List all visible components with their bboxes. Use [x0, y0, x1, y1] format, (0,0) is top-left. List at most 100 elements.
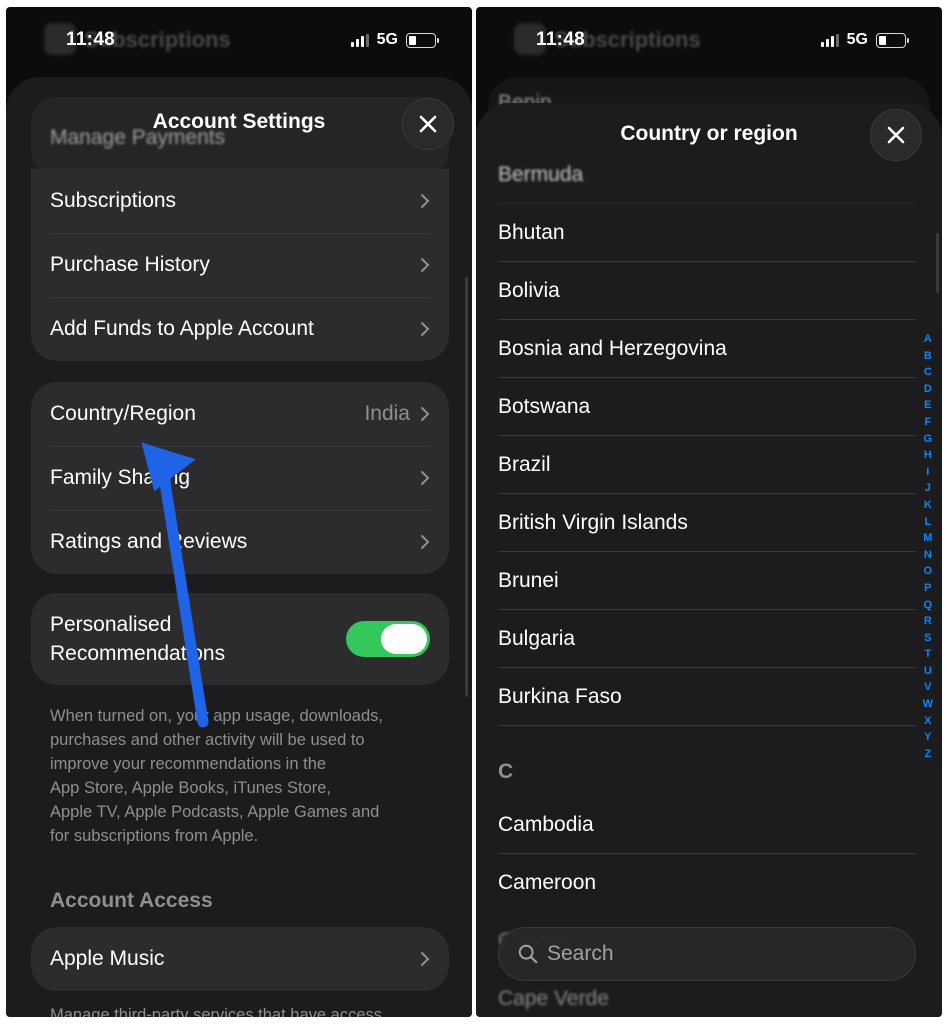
cellular-signal-icon [350, 33, 369, 47]
row-label: Apple Music [50, 947, 165, 970]
index-letter[interactable]: A [924, 331, 932, 348]
index-letter[interactable]: Z [924, 746, 931, 763]
region-sharing-group: Country/Region India Family Sharing Rati… [31, 382, 449, 574]
country-region-sheet: Country or region Bermuda Bhutan Bolivia… [476, 103, 942, 1017]
chevron-right-icon [421, 952, 430, 966]
personalised-recommendations-row: Personalised Recommendations [31, 593, 449, 685]
index-letter[interactable]: B [924, 348, 932, 365]
recommendations-group: Personalised Recommendations [31, 593, 449, 685]
left-screenshot: Subscriptions 11:48 5G Account Settings … [6, 7, 472, 1017]
chevron-right-icon [421, 322, 430, 336]
index-letter[interactable]: J [925, 480, 931, 497]
apple-music-row[interactable]: Apple Music [31, 927, 449, 991]
chevron-right-icon [421, 407, 430, 421]
index-letter[interactable]: U [924, 663, 932, 680]
chevron-right-icon [421, 194, 430, 208]
row-label: Subscriptions [50, 189, 177, 212]
section-header-c: C [498, 760, 514, 783]
chevron-right-icon [421, 258, 430, 272]
country-value: India [364, 402, 410, 425]
index-letter[interactable]: S [924, 630, 931, 647]
footnote-line: When turned on, your app usage, download… [50, 707, 383, 725]
index-letter[interactable]: L [924, 514, 931, 531]
subscriptions-row[interactable]: Subscriptions [31, 169, 449, 233]
country-row[interactable]: Bosnia and Herzegovina [498, 320, 916, 378]
index-letter[interactable]: I [926, 464, 929, 481]
index-letter[interactable]: R [924, 613, 932, 630]
close-icon [419, 115, 437, 133]
battery-icon [876, 32, 909, 48]
status-bar: Subscriptions 11:48 5G [476, 7, 942, 73]
row-label: Family Sharing [50, 466, 191, 489]
index-letter[interactable]: E [924, 397, 931, 414]
search-bar[interactable]: Search [498, 927, 916, 981]
index-letter[interactable]: N [924, 547, 932, 564]
cellular-signal-icon [820, 33, 839, 47]
index-letter[interactable]: W [923, 696, 933, 713]
scroll-indicator[interactable] [936, 233, 939, 293]
country-row[interactable]: Bhutan [498, 204, 916, 262]
status-indicators: 5G [820, 31, 909, 49]
index-letter[interactable]: Y [924, 729, 931, 746]
footnote-line: purchases and other activity will be use… [50, 731, 365, 749]
country-row[interactable]: Cameroon [498, 854, 916, 912]
index-letter[interactable]: T [924, 646, 931, 663]
status-indicators: 5G [350, 31, 439, 49]
close-button[interactable] [870, 109, 922, 161]
ratings-reviews-row[interactable]: Ratings and Reviews [31, 510, 449, 574]
subscriptions-group: Subscriptions Purchase History Add Funds… [31, 169, 449, 361]
country-region-row[interactable]: Country/Region India [31, 382, 449, 446]
close-button[interactable] [402, 98, 454, 150]
account-access-header: Account Access [50, 889, 213, 912]
country-row[interactable]: Bolivia [498, 262, 916, 320]
alphabet-index[interactable]: A B C D E F G H I J K L M N O P Q R S T … [923, 331, 933, 762]
account-settings-sheet: Account Settings Manage Payments Subscri… [6, 77, 472, 1017]
payments-group: Manage Payments [31, 97, 449, 177]
account-access-group: Apple Music [31, 927, 449, 991]
recommendations-toggle[interactable] [346, 621, 430, 657]
index-letter[interactable]: F [924, 414, 931, 431]
row-label: Country/Region [50, 402, 196, 425]
country-row[interactable]: Bulgaria [498, 610, 916, 668]
index-letter[interactable]: X [924, 713, 931, 730]
row-label: Purchase History [50, 253, 210, 276]
index-letter[interactable]: C [924, 364, 932, 381]
index-letter[interactable]: Q [924, 597, 933, 614]
status-bar: Subscriptions 11:48 5G [6, 7, 472, 73]
index-letter[interactable]: O [924, 563, 933, 580]
toggle-knob [381, 624, 427, 654]
index-letter[interactable]: K [924, 497, 932, 514]
battery-icon [406, 32, 439, 48]
chevron-right-icon [421, 471, 430, 485]
status-time: 11:48 [536, 29, 586, 50]
search-placeholder: Search [547, 942, 614, 965]
footnote-line: improve your recommendations in the [50, 755, 327, 773]
scroll-indicator[interactable] [465, 277, 468, 697]
index-letter[interactable]: H [924, 447, 932, 464]
recommendations-footnote: When turned on, your app usage, download… [50, 704, 426, 848]
country-row[interactable]: Bermuda [498, 146, 916, 204]
family-sharing-row[interactable]: Family Sharing [31, 446, 449, 510]
country-row[interactable]: Botswana [498, 378, 916, 436]
country-row[interactable]: Brunei [498, 552, 916, 610]
country-row[interactable]: British Virgin Islands [498, 494, 916, 552]
index-letter[interactable]: G [924, 431, 933, 448]
right-screenshot: Subscriptions 11:48 5G Benin Country or … [476, 7, 942, 1017]
footnote-line: Apple TV, Apple Podcasts, Apple Games an… [50, 803, 380, 821]
add-funds-row[interactable]: Add Funds to Apple Account [31, 297, 449, 361]
close-icon [887, 126, 905, 144]
country-row[interactable]: Burkina Faso [498, 668, 916, 726]
index-letter[interactable]: V [924, 679, 931, 696]
row-label: Personalised Recommendations [50, 610, 346, 668]
country-row[interactable]: Brazil [498, 436, 916, 494]
purchase-history-row[interactable]: Purchase History [31, 233, 449, 297]
index-letter[interactable]: P [924, 580, 931, 597]
index-letter[interactable]: M [923, 530, 932, 547]
status-time: 11:48 [66, 29, 116, 50]
search-icon [518, 944, 538, 964]
row-label: Ratings and Reviews [50, 530, 248, 553]
footnote-line: App Store, Apple Books, iTunes Store, [50, 779, 331, 797]
country-row[interactable]: Cambodia [498, 796, 916, 854]
index-letter[interactable]: D [924, 381, 932, 398]
row-label: Add Funds to Apple Account [50, 317, 314, 340]
